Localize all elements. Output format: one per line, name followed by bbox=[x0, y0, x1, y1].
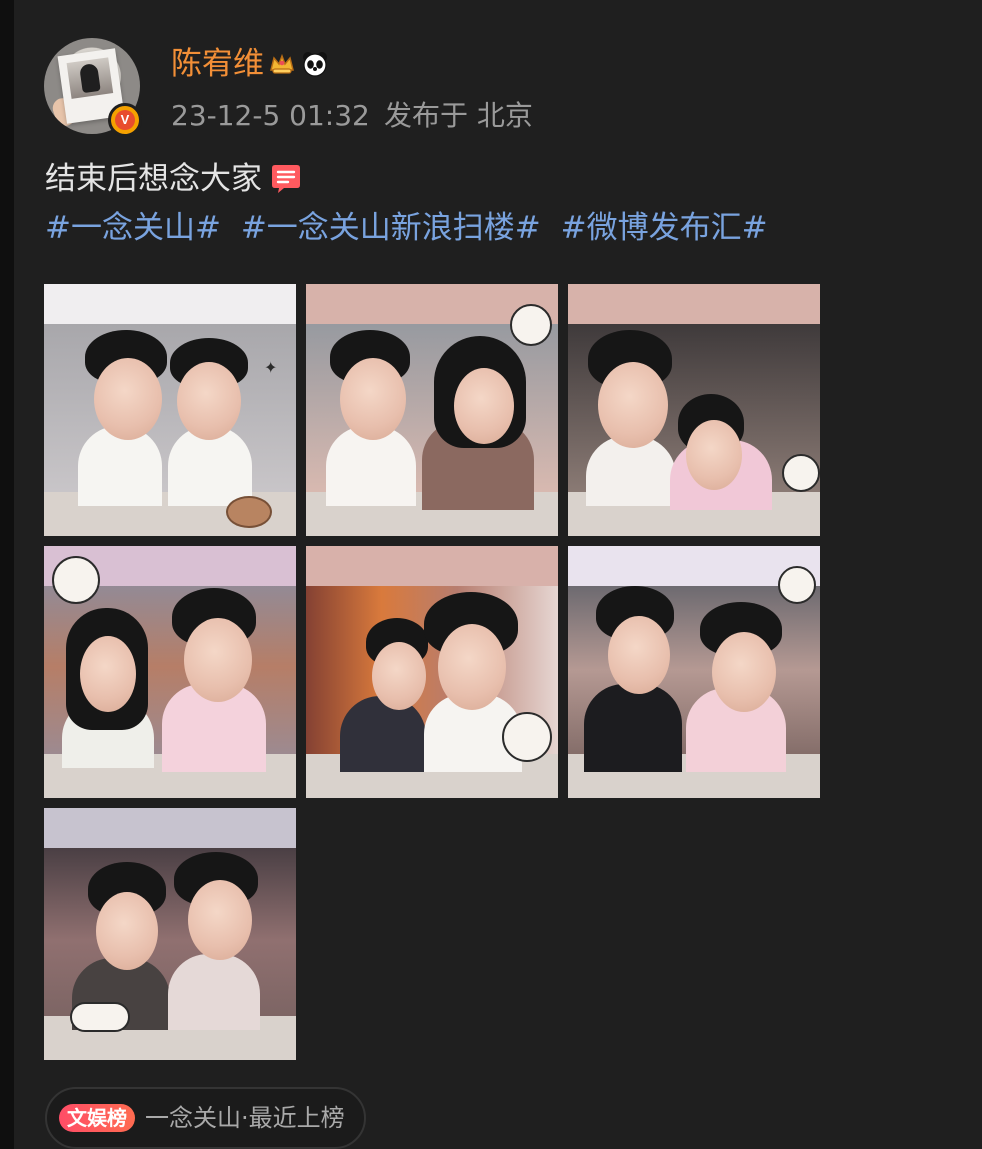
image-5-top-band bbox=[306, 546, 558, 586]
ranking-text: 一念关山·最近上榜 bbox=[145, 1104, 345, 1132]
image-6-face-right bbox=[712, 632, 776, 712]
image-5-sticker bbox=[502, 712, 552, 762]
image-4[interactable] bbox=[44, 546, 296, 798]
post-text: 结束后想念大家 bbox=[45, 159, 304, 199]
verified-badge: V bbox=[108, 103, 142, 137]
image-3-face-right bbox=[686, 420, 742, 490]
image-6-coat-left bbox=[584, 684, 682, 772]
cute-text-icon bbox=[272, 165, 300, 193]
hashtag-3[interactable]: #微博发布汇# bbox=[561, 210, 768, 246]
image-5-face-right bbox=[438, 624, 506, 710]
image-3-top-band bbox=[568, 284, 820, 324]
image-4-face-left bbox=[80, 636, 136, 712]
image-1-face-left bbox=[94, 358, 162, 440]
image-5[interactable] bbox=[306, 546, 558, 798]
image-7-shirt-right bbox=[168, 954, 260, 1030]
image-7-top-band bbox=[44, 808, 296, 848]
image-6[interactable] bbox=[568, 546, 820, 798]
image-4-dog-sticker bbox=[52, 556, 100, 604]
hashtags: #一念关山# #一念关山新浪扫楼# #微博发布汇# bbox=[45, 208, 778, 248]
image-3[interactable] bbox=[568, 284, 820, 536]
image-1-spark-icon: ✦ bbox=[264, 358, 278, 377]
image-7[interactable] bbox=[44, 808, 296, 1060]
image-1-dog-sticker bbox=[226, 496, 272, 528]
image-4-face-right bbox=[184, 618, 252, 702]
post-text-main: 结束后想念大家 bbox=[45, 161, 262, 197]
author-name[interactable]: 陈宥维 bbox=[171, 44, 264, 84]
image-7-face-left bbox=[96, 892, 158, 970]
image-1[interactable]: ✦ bbox=[44, 284, 296, 536]
image-3-face-left bbox=[598, 362, 668, 448]
image-1-face-right bbox=[177, 362, 241, 440]
post-time: 23-12-5 01:32 bbox=[171, 99, 370, 132]
hashtag-2[interactable]: #一念关山新浪扫楼# bbox=[241, 210, 541, 246]
ranking-chip[interactable]: 文娱榜 一念关山·最近上榜 bbox=[45, 1087, 366, 1149]
image-2-face-left bbox=[340, 358, 406, 440]
crown-icon bbox=[270, 53, 294, 74]
image-3-sticker bbox=[782, 454, 820, 492]
panda-icon bbox=[303, 52, 327, 77]
image-5-shirt-left bbox=[340, 696, 426, 772]
image-6-face-left bbox=[608, 616, 670, 694]
image-5-face-left bbox=[372, 642, 426, 710]
image-7-face-right bbox=[188, 880, 252, 960]
post-location: 发布于 北京 bbox=[384, 99, 533, 132]
ranking-badge: 文娱榜 bbox=[59, 1104, 135, 1132]
image-2-planet-sticker bbox=[510, 304, 552, 346]
image-2[interactable] bbox=[306, 284, 558, 536]
image-1-top-band bbox=[44, 284, 296, 324]
verified-v-icon: V bbox=[115, 110, 135, 130]
image-7-dog-sticker bbox=[70, 1002, 130, 1032]
hashtag-1[interactable]: #一念关山# bbox=[45, 210, 221, 246]
image-2-face-right bbox=[454, 368, 514, 444]
image-6-sticker bbox=[778, 566, 816, 604]
